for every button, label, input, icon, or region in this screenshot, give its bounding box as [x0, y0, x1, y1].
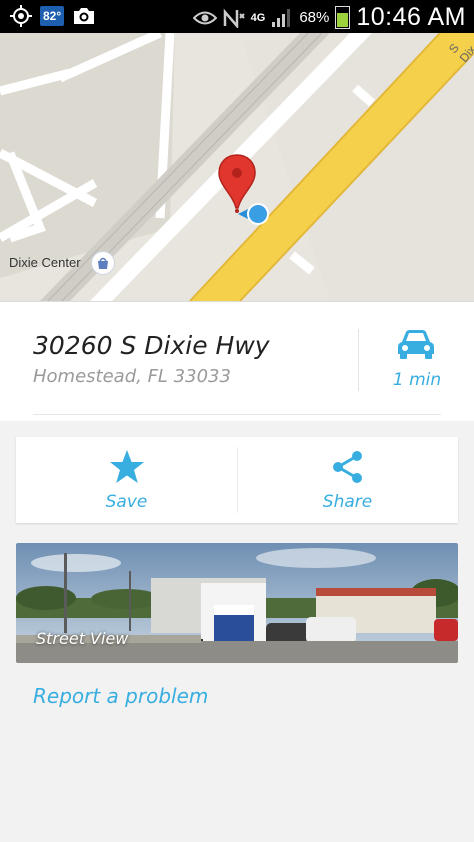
action-bar: Save Share	[16, 437, 458, 523]
divider	[33, 414, 441, 415]
camera-icon	[74, 8, 95, 24]
map-view[interactable]: Dixie Center S Dix	[0, 33, 474, 301]
divider	[358, 329, 359, 391]
shopping-bag-icon[interactable]	[92, 252, 114, 274]
directions-button[interactable]: 1 min	[372, 326, 462, 398]
street-view-thumbnail[interactable]: Street View	[16, 543, 458, 663]
save-label: Save	[105, 492, 148, 512]
battery-percent: 68%	[299, 9, 330, 26]
map-place-label[interactable]: Dixie Center	[9, 255, 81, 270]
eye-icon	[192, 11, 217, 24]
status-bar-right: 4G 68% 10:46 AM	[192, 3, 466, 32]
share-label: Share	[322, 492, 373, 512]
shopping-bag-glyph	[98, 257, 108, 269]
car-icon	[398, 330, 434, 359]
status-bar: 82° 4G 68% 10:46 AM	[0, 0, 474, 33]
save-button[interactable]: Save	[16, 437, 237, 523]
clock: 10:46 AM	[356, 3, 466, 31]
report-problem-link[interactable]: Report a problem	[33, 684, 208, 708]
status-bar-left: 82°	[10, 5, 96, 27]
place-card: 30260 S Dixie Hwy Homestead, FL 33033 1 …	[0, 301, 474, 421]
weather-icon: 82°	[40, 6, 65, 26]
place-city-state-zip: Homestead, FL 33033	[33, 366, 231, 387]
star-icon	[110, 450, 144, 483]
share-icon	[333, 451, 362, 483]
battery-icon	[335, 6, 351, 29]
share-button[interactable]: Share	[237, 437, 458, 523]
signal-icon	[272, 8, 291, 27]
gps-icon	[10, 5, 32, 27]
my-location-icon	[238, 203, 269, 225]
no-signal-icon	[223, 8, 245, 28]
street-view-label: Street View	[36, 629, 129, 648]
network-type: 4G	[250, 11, 266, 24]
travel-time: 1 min	[392, 370, 442, 390]
place-address: 30260 S Dixie Hwy	[33, 331, 270, 360]
